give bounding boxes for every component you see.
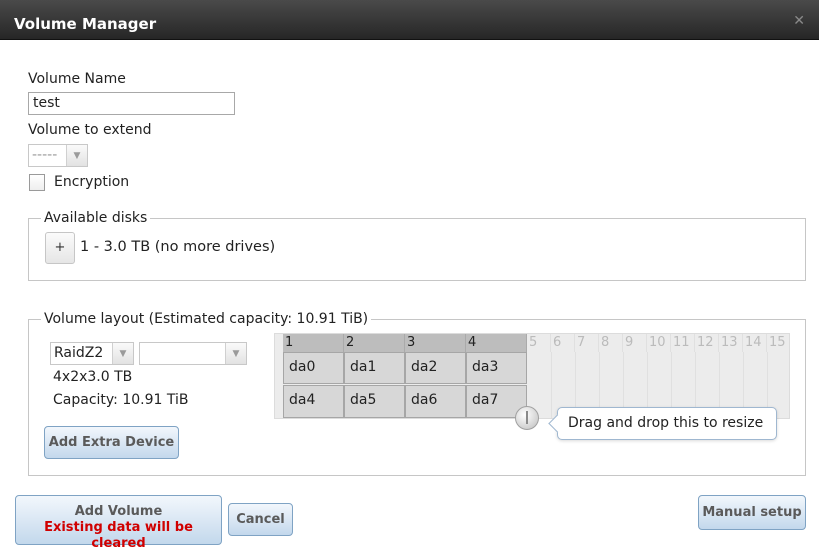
manual-setup-button[interactable]: Manual setup [698,495,806,530]
grid-column-header: 5 [527,334,551,352]
grid-column-header: 8 [599,334,623,352]
grid-column-header: 7 [575,334,599,352]
resize-tooltip: Drag and drop this to resize [548,407,777,440]
disk-cell[interactable]: da2 [405,352,466,384]
volume-extend-value: ----- [32,147,58,163]
available-disks-legend: Available disks [44,210,148,226]
grid-column-header: 14 [743,334,767,352]
grid-column-header: 12 [695,334,719,352]
resize-handle-icon [526,411,528,424]
disk-cell[interactable]: da0 [283,352,344,384]
cancel-button[interactable]: Cancel [228,503,293,536]
available-disks-info: 1 - 3.0 TB (no more drives) [80,239,276,255]
data-cleared-warning: Existing data will be cleared [44,520,193,551]
grid-column-header: 1 [283,334,344,352]
resize-tooltip-text: Drag and drop this to resize [568,415,764,431]
layout-secondary-value [140,343,225,364]
grid-column-header: 2 [344,334,405,352]
volume-extend-label: Volume to extend [28,122,152,138]
chevron-down-icon: ▼ [225,343,246,364]
layout-secondary-select[interactable]: ▼ [139,342,247,365]
volume-layout-legend: Volume layout (Estimated capacity: 10.91… [44,311,369,327]
add-disk-button[interactable]: + [45,232,75,264]
disk-cell[interactable]: da3 [466,352,527,384]
disk-cell[interactable]: da6 [405,385,466,418]
close-icon[interactable]: ✕ [793,13,805,29]
encryption-label: Encryption [54,174,130,190]
add-volume-button[interactable]: Add Volume Existing data will be cleared [15,495,222,551]
chevron-down-icon: ▼ [112,343,133,364]
volume-extend-select[interactable]: ----- ▼ [28,144,88,167]
encryption-checkbox[interactable] [29,174,45,191]
grid-column-header: 6 [551,334,575,352]
add-extra-device-button[interactable]: Add Extra Device [44,426,179,459]
resize-handle[interactable] [515,406,539,430]
dialog-title: Volume Manager [14,15,157,33]
layout-geometry: 4x2x3.0 TB [53,369,133,385]
layout-capacity: Capacity: 10.91 TiB [53,392,189,408]
raid-type-value: RaidZ2 [54,345,104,361]
grid-column-header: 10 [647,334,671,352]
grid-column-header: 9 [623,334,647,352]
grid-column-header: 4 [466,334,527,352]
volume-name-input[interactable]: test [28,92,235,115]
grid-column-header: 13 [719,334,743,352]
dialog-title-bar: Volume Manager ✕ [0,0,819,40]
raid-type-select[interactable]: RaidZ2 ▼ [50,342,134,365]
add-volume-label: Add Volume [74,504,163,519]
disk-cell[interactable]: da1 [344,352,405,384]
volume-name-label: Volume Name [28,71,126,87]
grid-column-header: 15 [769,335,786,350]
disk-cell[interactable]: da5 [344,385,405,418]
disk-cell[interactable]: da4 [283,385,344,418]
grid-column-header: 11 [671,334,695,352]
grid-column-header: 3 [405,334,466,352]
chevron-down-icon: ▼ [66,145,87,166]
